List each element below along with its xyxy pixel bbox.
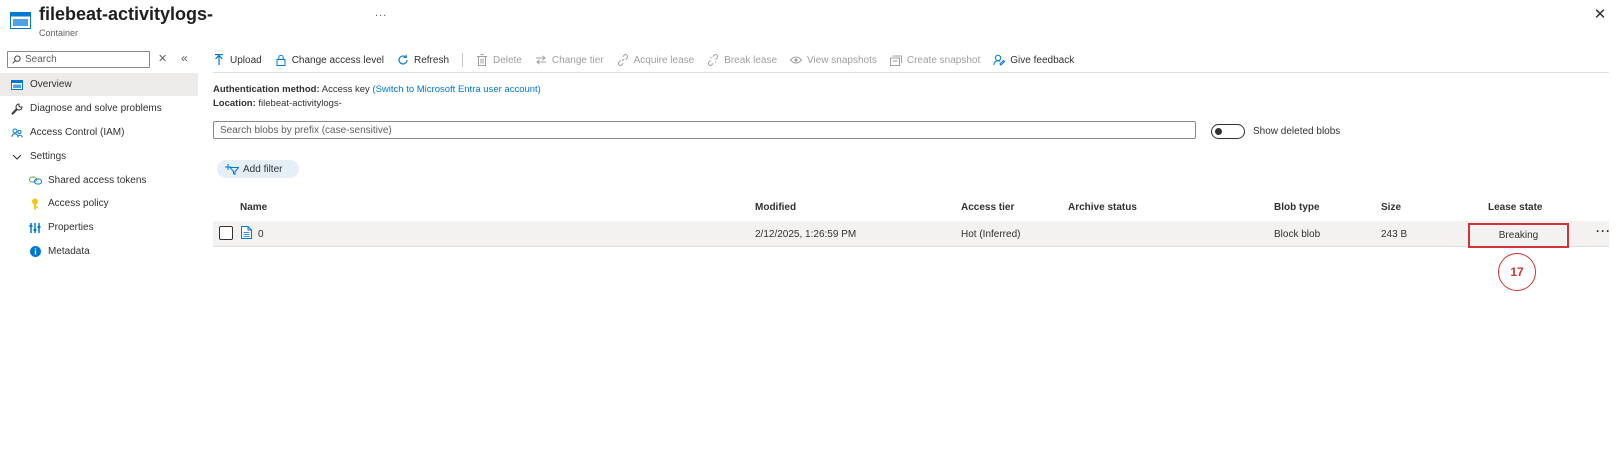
sliders-icon <box>28 221 42 235</box>
cell-size: 243 B <box>1381 229 1408 240</box>
sidebar-item-access-control[interactable]: Access Control (IAM) <box>0 121 198 144</box>
column-header-blob-type[interactable]: Blob type <box>1274 202 1320 213</box>
link-icon <box>617 54 629 66</box>
sidebar-item-label: Access policy <box>48 198 109 209</box>
page-header: filebeat-activitylogs- Container ... ✕ <box>0 0 1622 46</box>
sidebar-item-settings[interactable]: Settings <box>0 145 198 168</box>
link-icon <box>28 174 42 188</box>
broken-link-icon <box>707 54 719 66</box>
sidebar-search-input[interactable] <box>25 54 145 65</box>
column-header-lease-state[interactable]: Lease state <box>1488 202 1542 213</box>
sidebar-item-access-policy[interactable]: Access policy <box>0 192 198 215</box>
container-icon <box>10 12 31 29</box>
clear-search-button[interactable]: ✕ <box>158 52 167 65</box>
auth-method-label: Authentication method: <box>213 84 320 95</box>
page-title: filebeat-activitylogs- <box>39 4 214 24</box>
file-icon <box>241 226 252 239</box>
refresh-button[interactable]: Refresh <box>397 54 449 66</box>
auth-method-row: Authentication method: Access key (Switc… <box>213 84 541 95</box>
info-icon <box>28 245 42 259</box>
row-more-actions-button[interactable]: ··· <box>1596 224 1611 238</box>
sidebar-item-label: Shared access tokens <box>48 175 147 186</box>
page-subtitle: Container <box>39 28 79 38</box>
command-bar: Upload Change access level Refresh Delet… <box>213 50 1087 70</box>
sidebar-item-overview[interactable]: Overview <box>0 73 198 96</box>
collapse-sidebar-button[interactable]: « <box>181 51 188 65</box>
location-value: filebeat-activitylogs- <box>258 98 342 109</box>
column-header-modified[interactable]: Modified <box>755 202 796 213</box>
auth-method-value: Access key <box>321 84 370 95</box>
show-deleted-blobs-toggle[interactable] <box>1211 124 1245 139</box>
location-row: Location: filebeat-activitylogs- <box>213 98 342 109</box>
break-lease-button[interactable]: Break lease <box>707 54 777 66</box>
column-header-name[interactable]: Name <box>240 202 267 213</box>
blob-prefix-search-input[interactable] <box>213 121 1196 139</box>
cell-access-tier: Hot (Inferred) <box>961 229 1021 240</box>
sidebar-item-label: Settings <box>30 151 67 162</box>
eye-icon <box>790 54 803 66</box>
blob-name-link[interactable]: 0 <box>258 229 264 240</box>
sidebar-item-diagnose[interactable]: Diagnose and solve problems <box>0 97 198 120</box>
acquire-lease-button[interactable]: Acquire lease <box>617 54 694 66</box>
trash-icon <box>476 54 488 66</box>
key-icon <box>28 197 42 211</box>
people-icon <box>10 126 24 140</box>
delete-button[interactable]: Delete <box>476 54 522 66</box>
sidebar-item-label: Properties <box>48 222 94 233</box>
container-icon <box>10 78 24 92</box>
snapshot-icon <box>889 54 902 66</box>
feedback-icon <box>993 54 1006 66</box>
annotation-marker: 17 <box>1498 253 1536 291</box>
cell-modified: 2/12/2025, 1:26:59 PM <box>755 229 857 240</box>
sidebar-search[interactable] <box>7 51 150 68</box>
sidebar-item-label: Overview <box>30 79 72 90</box>
sidebar-item-shared-access-tokens[interactable]: Shared access tokens <box>0 169 198 192</box>
cell-lease-state: Breaking <box>1498 230 1539 241</box>
upload-icon <box>213 54 225 66</box>
view-snapshots-button[interactable]: View snapshots <box>790 54 877 66</box>
show-deleted-blobs-label: Show deleted blobs <box>1253 126 1341 137</box>
create-snapshot-button[interactable]: Create snapshot <box>889 54 980 66</box>
wrench-icon <box>10 102 24 116</box>
add-filter-button[interactable]: Add filter <box>217 160 299 178</box>
sidebar-item-label: Access Control (IAM) <box>30 127 125 138</box>
row-select-checkbox[interactable] <box>219 226 233 240</box>
change-tier-button[interactable]: Change tier <box>535 54 604 66</box>
give-feedback-button[interactable]: Give feedback <box>993 54 1074 66</box>
location-label: Location: <box>213 98 256 109</box>
toggle-knob <box>1215 128 1222 135</box>
lock-icon <box>275 54 287 66</box>
chevron-down-icon <box>10 150 24 164</box>
cell-lease-state-highlight: Breaking <box>1468 223 1569 248</box>
sidebar-item-label: Diagnose and solve problems <box>30 103 162 114</box>
cell-blob-type: Block blob <box>1274 229 1321 240</box>
upload-button[interactable]: Upload <box>213 54 262 66</box>
toolbar-divider <box>462 53 463 67</box>
column-header-size[interactable]: Size <box>1381 202 1401 213</box>
refresh-icon <box>397 54 409 66</box>
sidebar-item-properties[interactable]: Properties <box>0 216 198 239</box>
close-button[interactable]: ✕ <box>1592 7 1608 23</box>
add-filter-icon <box>225 163 239 175</box>
toolbar-divider-line <box>213 72 1609 73</box>
swap-icon <box>535 54 547 66</box>
more-options-button[interactable]: ... <box>375 7 387 19</box>
column-header-access-tier[interactable]: Access tier <box>961 202 1014 213</box>
sidebar-item-label: Metadata <box>48 246 90 257</box>
column-header-archive-status[interactable]: Archive status <box>1068 202 1137 213</box>
switch-auth-link[interactable]: (Switch to Microsoft Entra user account) <box>372 84 540 95</box>
change-access-level-button[interactable]: Change access level <box>275 54 384 66</box>
sidebar-item-metadata[interactable]: Metadata <box>0 240 198 263</box>
search-icon <box>12 55 21 64</box>
